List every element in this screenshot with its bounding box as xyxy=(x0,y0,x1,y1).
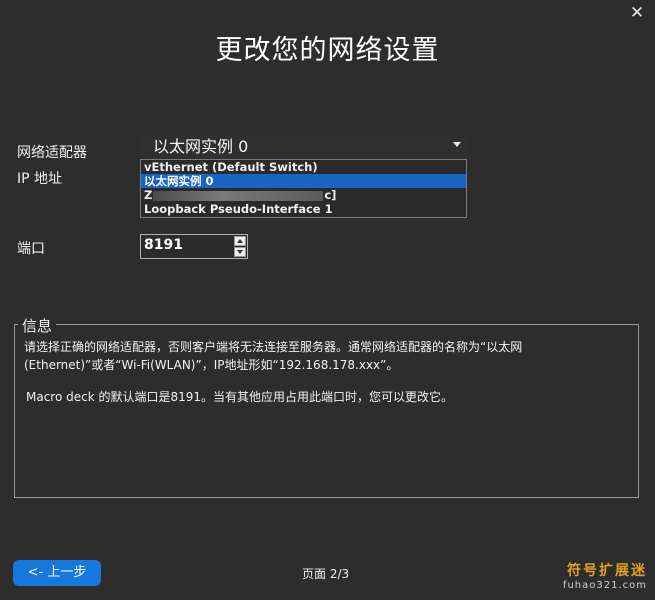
info-line-1: 请选择正确的网络适配器，否则客户端将无法连接至服务器。通常网络适配器的名称为“以… xyxy=(24,340,523,354)
page-title: 更改您的网络设置 xyxy=(215,35,440,66)
adapter-selected-value: 以太网实例 0 xyxy=(153,137,249,156)
dropdown-option-redacted[interactable]: Zc] xyxy=(141,188,466,202)
spin-down-button[interactable] xyxy=(234,247,246,257)
ip-label: IP 地址 xyxy=(17,171,63,187)
watermark: 符号扩展迷 fuhao321.com xyxy=(563,560,647,591)
port-label: 端口 xyxy=(17,241,45,257)
watermark-url: fuhao321.com xyxy=(562,580,647,591)
page-indicator: 页面 2/3 xyxy=(302,567,350,581)
redacted-option-suffix: c] xyxy=(324,188,337,202)
info-line-3: Macro deck 的默认端口是8191。当有其他应用占用此端口时，您可以更改… xyxy=(26,390,454,404)
chevron-down-icon[interactable] xyxy=(453,142,461,147)
adapter-dropdown-list: vEthernet (Default Switch) 以太网实例 0 Zc] L… xyxy=(140,159,467,218)
port-stepper[interactable]: 8191 xyxy=(140,234,248,259)
port-input[interactable]: 8191 xyxy=(144,237,183,253)
spin-up-button[interactable] xyxy=(234,236,246,246)
info-group-title: 信息 xyxy=(18,315,57,336)
adapter-label: 网络适配器 xyxy=(17,145,87,161)
dropdown-option-ethernet-0[interactable]: 以太网实例 0 xyxy=(141,174,466,188)
info-text: 请选择正确的网络适配器，否则客户端将无法连接至服务器。通常网络适配器的名称为“以… xyxy=(24,338,624,406)
adapter-select[interactable]: 以太网实例 0 xyxy=(140,136,467,160)
info-line-2: (Ethernet)”或者“Wi-Fi(WLAN)”，IP地址形如“192.16… xyxy=(24,358,399,372)
spin-down-icon xyxy=(237,250,243,254)
close-button[interactable]: ✕ xyxy=(628,4,646,22)
redacted-option-prefix: Z xyxy=(144,188,153,202)
back-button[interactable]: <- 上一步 xyxy=(13,560,101,586)
dropdown-option-vethernet[interactable]: vEthernet (Default Switch) xyxy=(141,160,466,174)
redaction-bar xyxy=(153,190,324,201)
spin-up-icon xyxy=(237,239,243,243)
close-icon: ✕ xyxy=(629,3,645,23)
watermark-main: 符号扩展迷 xyxy=(567,563,647,579)
dropdown-option-loopback[interactable]: Loopback Pseudo-Interface 1 xyxy=(141,202,466,216)
